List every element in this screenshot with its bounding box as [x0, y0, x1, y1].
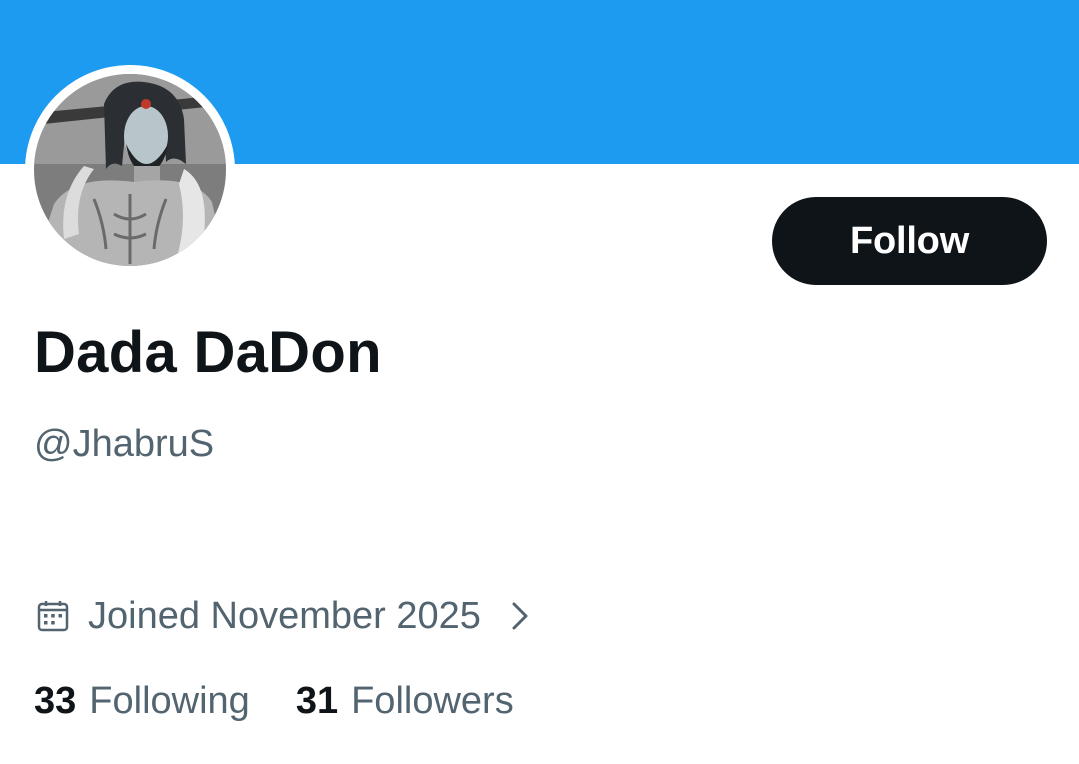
calendar-icon	[36, 599, 70, 633]
follow-button[interactable]: Follow	[772, 197, 1047, 285]
joined-date-row[interactable]: Joined November 2025	[36, 590, 531, 642]
following-link[interactable]: 33 Following	[34, 676, 250, 726]
followers-label: Followers	[351, 680, 514, 722]
following-label: Following	[89, 680, 250, 722]
profile-avatar[interactable]	[25, 65, 235, 275]
follow-stats: 33 Following 31 Followers	[34, 676, 514, 726]
followers-count: 31	[295, 680, 339, 722]
followers-link[interactable]: 31 Followers	[296, 676, 514, 726]
following-count: 33	[34, 680, 77, 722]
joined-date-text: Joined November 2025	[88, 595, 481, 637]
avatar-photo	[34, 74, 226, 266]
user-handle: @JhabruS	[34, 423, 215, 465]
display-name: Dada DaDon	[34, 320, 382, 385]
chevron-right-icon	[509, 599, 531, 633]
